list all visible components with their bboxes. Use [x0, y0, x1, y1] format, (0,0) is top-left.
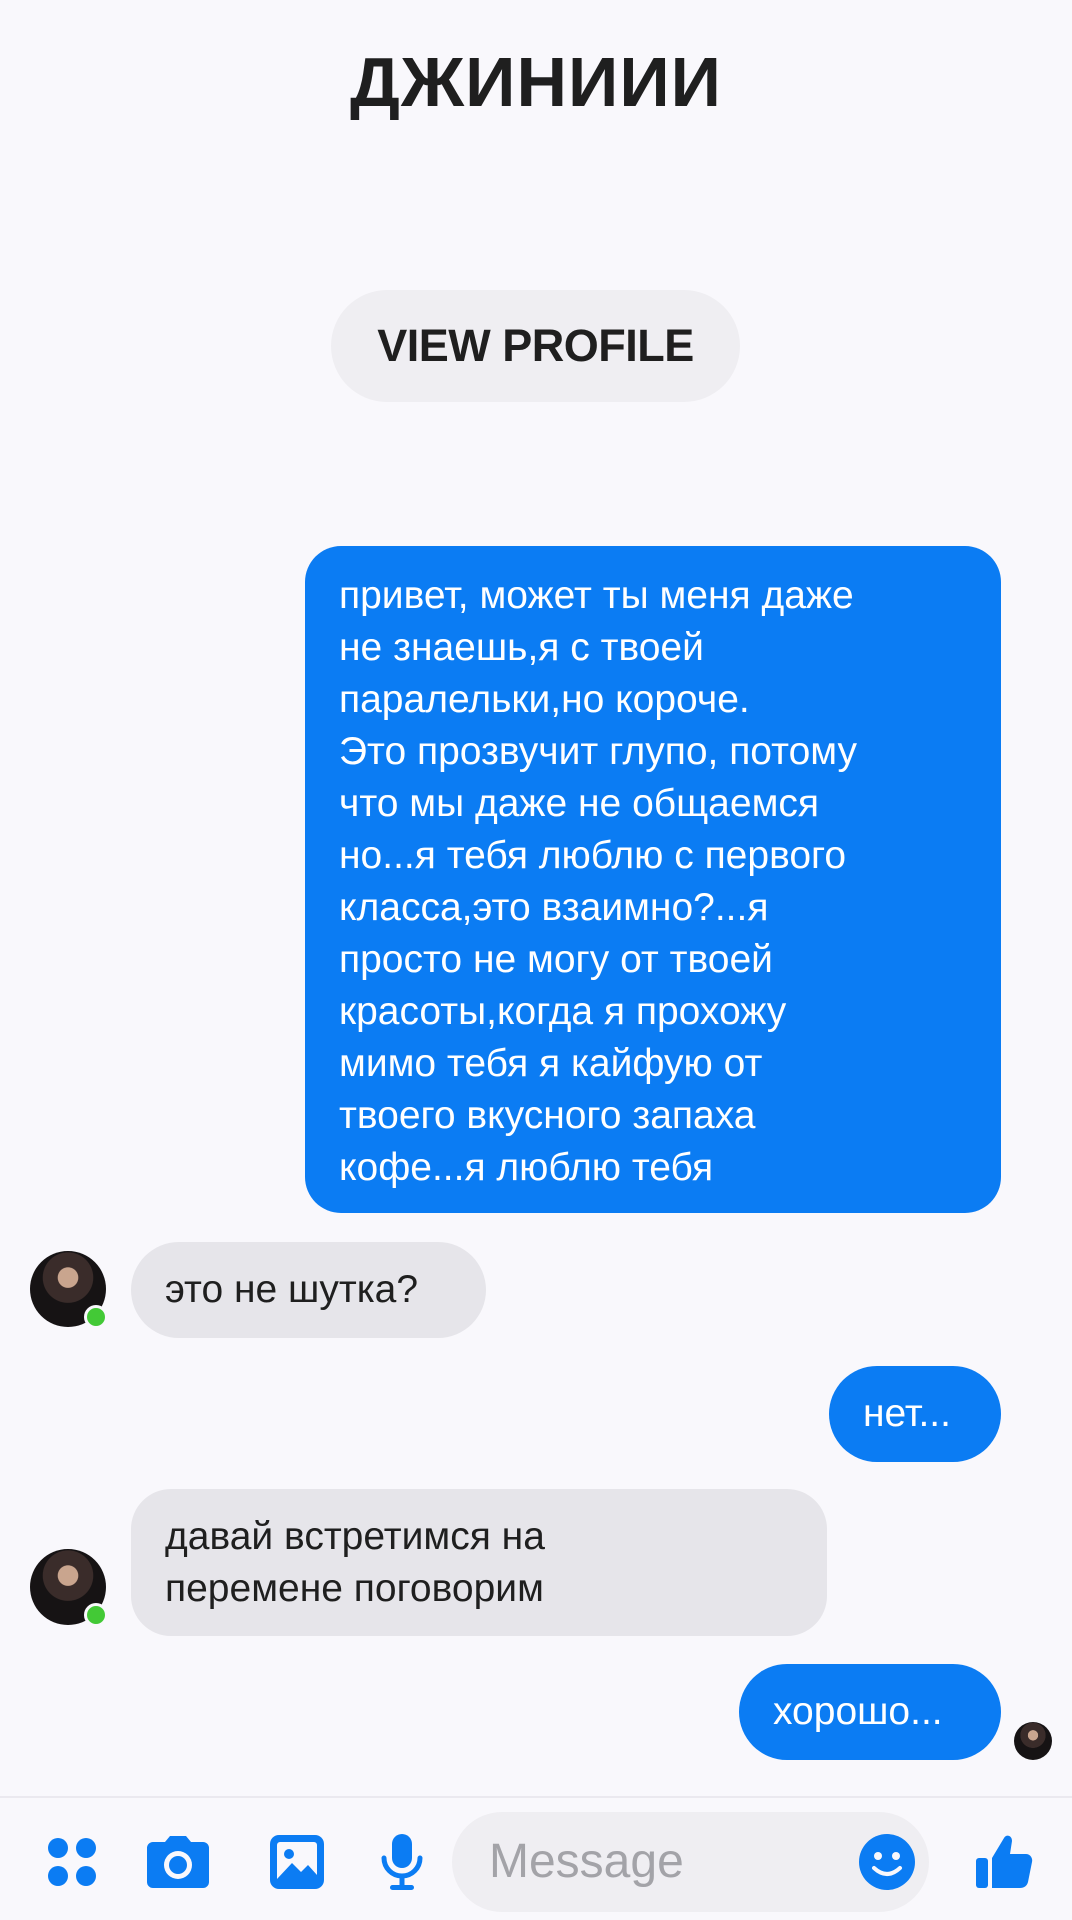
incoming-message-bubble[interactable]: это не шутка?	[131, 1242, 486, 1338]
seen-receipt-avatar	[1014, 1722, 1052, 1760]
message-line: красоты,когда я прохожу	[339, 990, 787, 1033]
outgoing-message-bubble[interactable]: нет...	[829, 1366, 1001, 1462]
outgoing-message-bubble[interactable]: хорошо...	[739, 1664, 1001, 1760]
message-line: давай встретимся на	[165, 1515, 545, 1558]
contact-avatar[interactable]	[30, 1251, 108, 1329]
thumbs-up-icon[interactable]	[968, 1826, 1040, 1898]
message-line: твоего вкусного запаха	[339, 1094, 756, 1137]
message-line: просто не могу от твоей	[339, 938, 773, 981]
message-line: кофе...я люблю тебя	[339, 1146, 714, 1189]
chat-screen: ДЖИНИИИ VIEW PROFILE привет, может ты ме…	[0, 0, 1072, 1920]
message-line: привет, может ты меня даже	[339, 574, 854, 617]
message-line: перемене поговорим	[165, 1567, 544, 1610]
message-line: мимо тебя я кайфую от	[339, 1042, 763, 1085]
emoji-icon[interactable]	[855, 1830, 919, 1894]
camera-icon[interactable]	[142, 1826, 214, 1898]
online-status-dot	[84, 1603, 108, 1627]
message-line: Это прозвучит глупо, потому	[339, 730, 858, 773]
apps-icon[interactable]	[36, 1826, 108, 1898]
message-line: не знаешь,я с твоей	[339, 626, 704, 669]
message-line: паралельки,но короче.	[339, 678, 750, 721]
message-line: но...я тебя люблю с первого	[339, 834, 847, 877]
microphone-icon[interactable]	[366, 1826, 438, 1898]
incoming-message-bubble[interactable]: давай встретимся на перемене поговорим	[131, 1489, 827, 1636]
message-line: класса,это взаимно?...я	[339, 886, 769, 929]
chat-title: ДЖИНИИИ	[350, 43, 722, 121]
outgoing-message-bubble[interactable]: привет, может ты меня даже не знаешь,я с…	[305, 546, 1001, 1213]
gallery-icon[interactable]	[261, 1826, 333, 1898]
view-profile-button[interactable]: VIEW PROFILE	[331, 290, 740, 402]
online-status-dot	[84, 1305, 108, 1329]
message-line: что мы даже не общаемся	[339, 782, 819, 825]
composer-divider	[0, 1796, 1072, 1798]
contact-avatar[interactable]	[30, 1549, 108, 1627]
message-input-placeholder: Message	[489, 1835, 684, 1888]
